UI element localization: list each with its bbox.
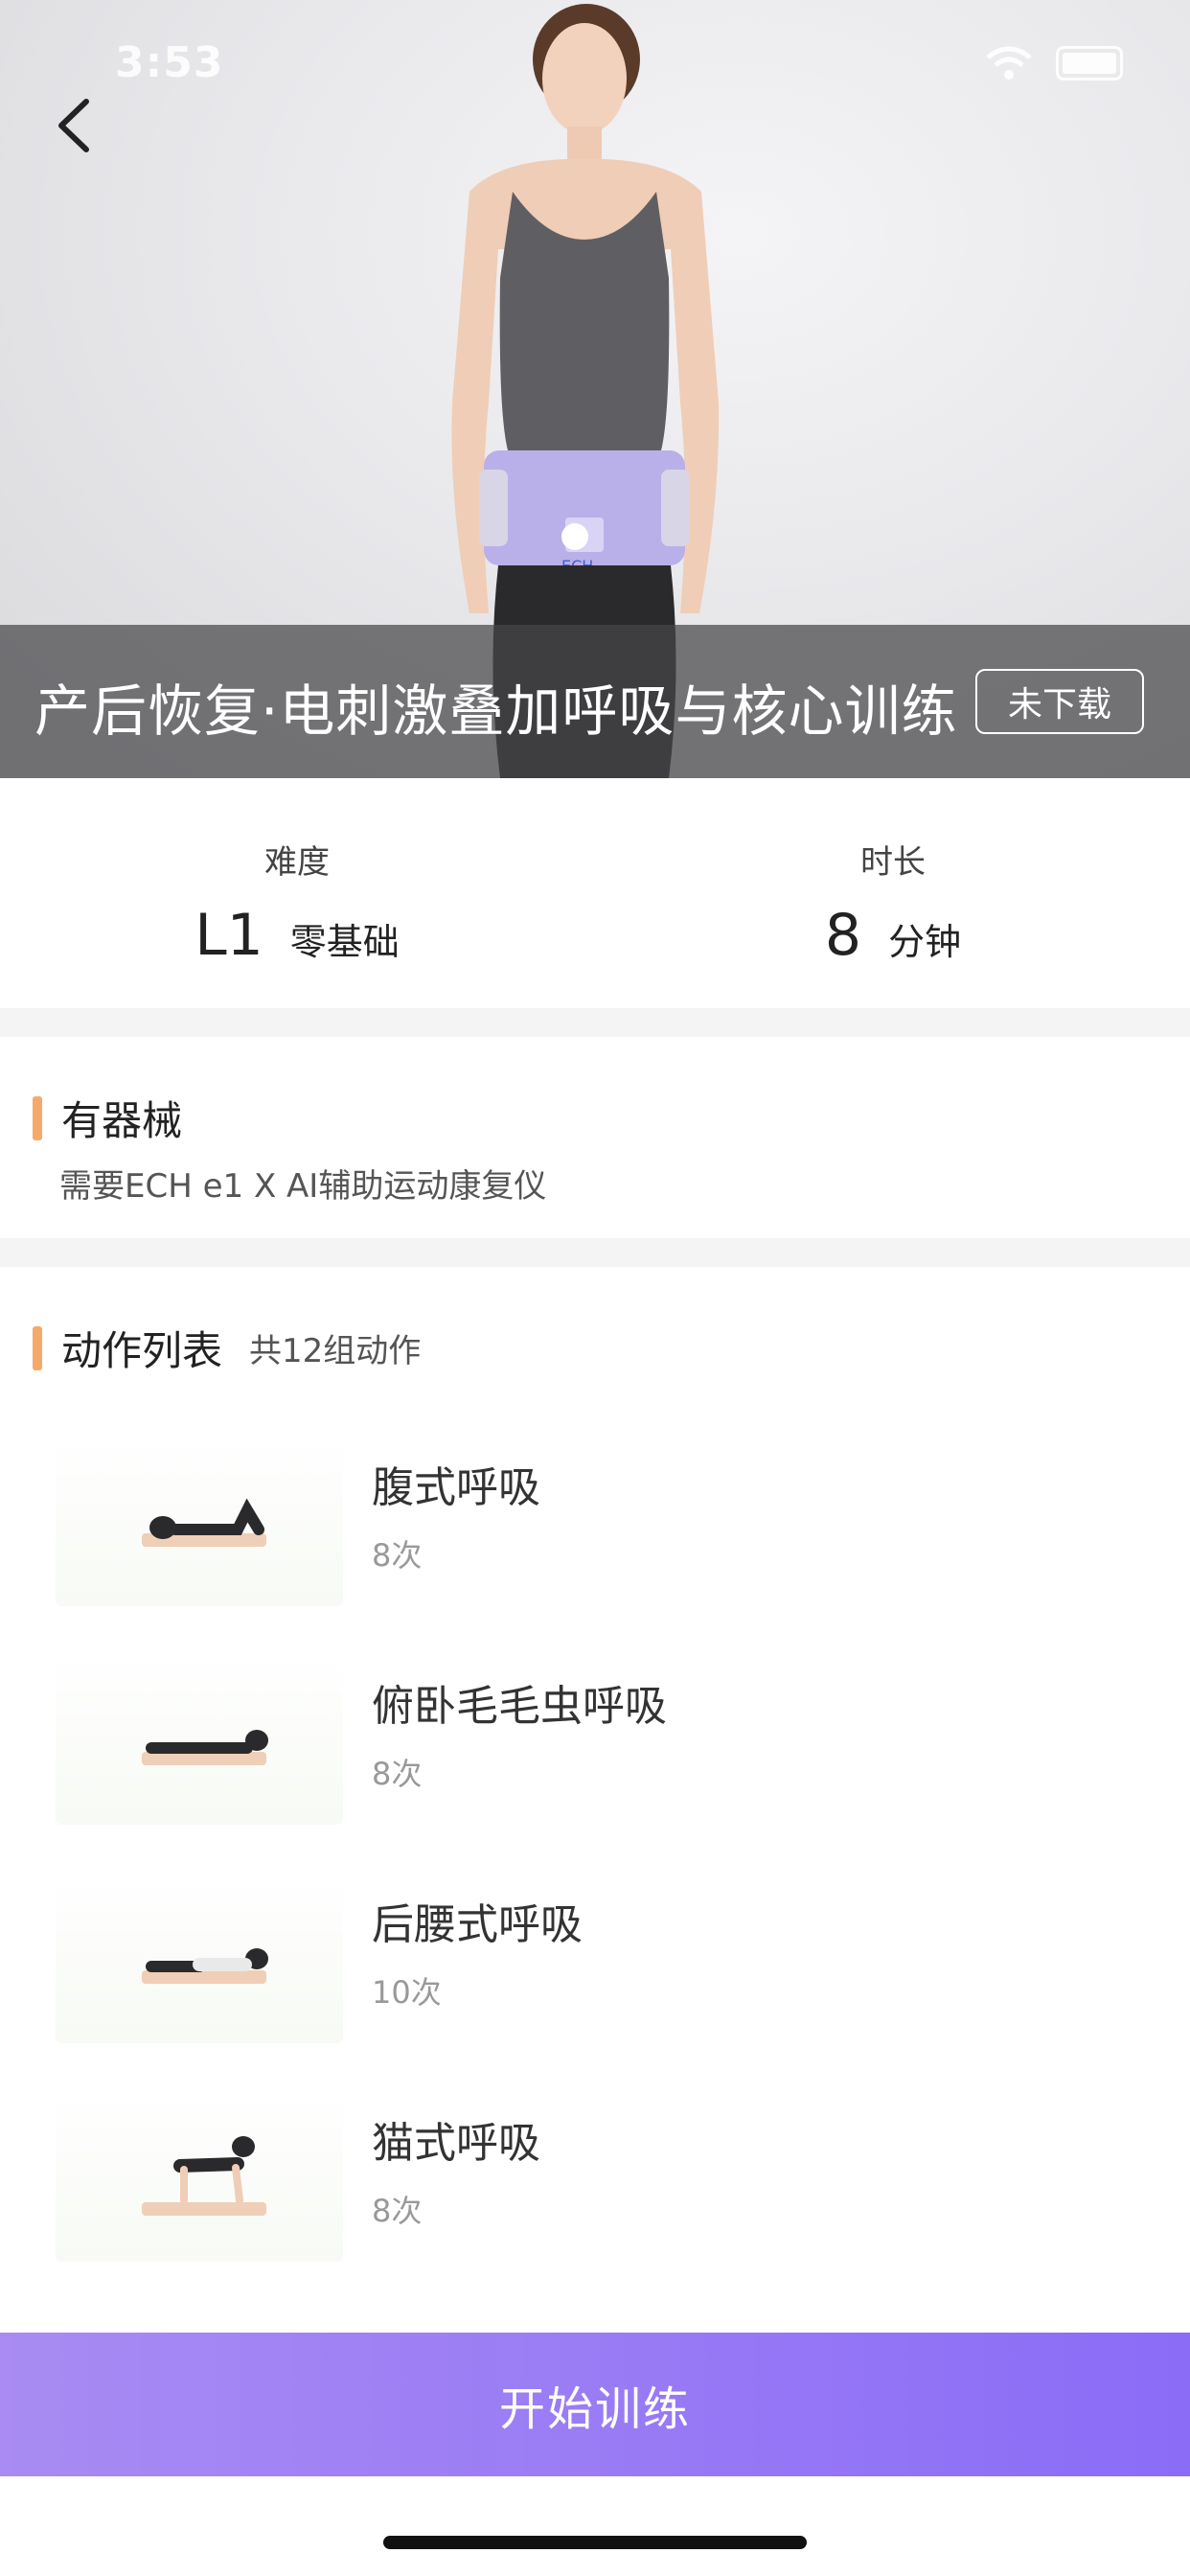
exercise-name: 猫式呼吸 xyxy=(372,2119,540,2168)
list-item[interactable]: 俯卧毛毛虫呼吸 8次 xyxy=(0,1652,1190,1844)
download-status-button[interactable]: 未下载 xyxy=(975,669,1144,734)
equipment-header: 有器械 xyxy=(33,1089,182,1147)
difficulty-unit: 零基础 xyxy=(289,921,400,963)
difficulty-label: 难度 xyxy=(264,843,330,882)
duration-stat: 时长 8 分钟 xyxy=(606,836,1180,969)
exercise-count: 10次 xyxy=(372,1974,442,2011)
exercise-thumbnail xyxy=(56,2089,343,2262)
action-list-header: 动作列表 共12组动作 xyxy=(33,1319,421,1377)
battery-icon xyxy=(1056,46,1123,80)
start-training-button[interactable]: 开始训练 xyxy=(0,2333,1190,2476)
status-time: 3:53 xyxy=(115,38,224,87)
exercise-count: 8次 xyxy=(372,1756,423,1792)
exercise-name: 后腰式呼吸 xyxy=(372,1900,583,1949)
exercise-name: 腹式呼吸 xyxy=(372,1463,540,1512)
list-item[interactable]: 腹式呼吸 8次 xyxy=(0,1434,1190,1625)
section-accent-bar xyxy=(33,1325,42,1370)
wifi-icon xyxy=(986,46,1032,80)
exercise-count: 8次 xyxy=(372,1537,423,1574)
duration-value: 8 xyxy=(824,902,862,969)
exercise-name: 俯卧毛毛虫呼吸 xyxy=(372,1682,667,1731)
difficulty-stat: 难度 L1 零基础 xyxy=(10,836,584,969)
course-title: 产后恢复·电刺激叠加呼吸与核心训练 xyxy=(34,678,958,744)
action-count: 共12组动作 xyxy=(249,1332,422,1370)
exercise-thumbnail xyxy=(56,1871,343,2043)
section-accent-bar xyxy=(33,1095,42,1140)
list-item[interactable]: 后腰式呼吸 10次 xyxy=(0,1871,1190,2062)
back-icon[interactable] xyxy=(48,92,105,159)
exercise-count: 8次 xyxy=(372,2193,423,2229)
action-list-title: 动作列表 xyxy=(61,1327,223,1374)
section-divider xyxy=(0,1238,1190,1267)
equipment-title: 有器械 xyxy=(61,1097,183,1144)
duration-unit: 分钟 xyxy=(888,921,962,963)
exercise-thumbnail xyxy=(56,1652,343,1825)
home-indicator xyxy=(383,2536,807,2549)
list-item[interactable]: 猫式呼吸 8次 xyxy=(0,2089,1190,2281)
equipment-description: 需要ECH e1 X AI辅助运动康复仪 xyxy=(59,1167,547,1206)
section-divider xyxy=(0,1008,1190,1037)
duration-label: 时长 xyxy=(860,843,926,882)
course-stats: 难度 L1 零基础 时长 8 分钟 xyxy=(0,778,1190,1008)
exercise-thumbnail xyxy=(56,1434,343,1606)
status-icons xyxy=(985,46,1123,80)
difficulty-value: L1 xyxy=(195,902,263,969)
hero-banner: ECH 3:53 产后恢复·电刺激叠加呼吸与核心训练 未下载 xyxy=(0,0,1190,778)
